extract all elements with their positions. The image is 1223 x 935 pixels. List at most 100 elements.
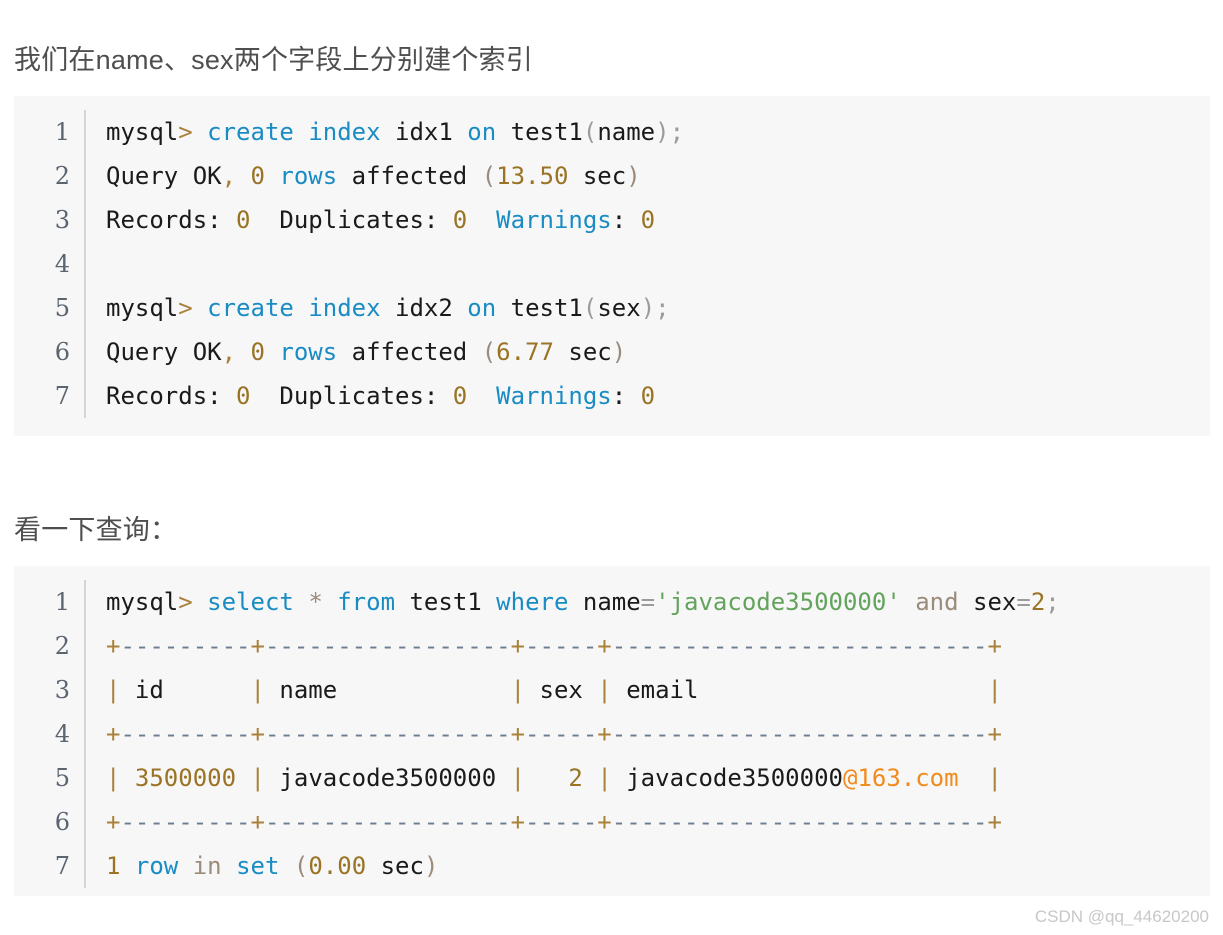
- code-token: ): [611, 338, 627, 366]
- code-token: );: [655, 118, 685, 146]
- code-token: -----: [525, 632, 598, 660]
- code-row: 2 +---------+-----------------+-----+----…: [14, 624, 1210, 668]
- code-token: Duplicates:: [250, 206, 453, 234]
- code-token: 2: [1030, 588, 1046, 616]
- csdn-watermark: CSDN @qq_44620200: [1034, 907, 1209, 926]
- code-lines-container: 1 mysql> select * from test1 where name='…: [14, 580, 1210, 888]
- code-token: +: [597, 808, 612, 836]
- code-token: 'javacode3500000': [655, 588, 901, 616]
- line-number: 1: [14, 110, 86, 154]
- code-token: >: [178, 588, 193, 616]
- code-token: sec: [568, 338, 612, 366]
- code-token: +: [250, 808, 265, 836]
- code-token: +: [987, 808, 1002, 836]
- code-line[interactable]: Records: 0 Duplicates: 0 Warnings: 0: [86, 374, 1210, 418]
- code-token: Query OK: [106, 338, 222, 366]
- line-number: 5: [14, 286, 86, 330]
- code-token: from: [337, 588, 396, 616]
- code-token: +: [510, 808, 526, 836]
- code-line[interactable]: Query OK, 0 rows affected (13.50 sec): [86, 154, 1210, 198]
- code-token: (: [481, 162, 497, 190]
- code-line[interactable]: | 3500000 | javacode3500000 | 2 | javaco…: [86, 756, 1210, 800]
- code-token: on: [467, 294, 497, 322]
- code-token: rows: [279, 162, 338, 190]
- code-row: 1 mysql> create index idx1 on test1(name)…: [14, 110, 1210, 154]
- code-line[interactable]: +---------+-----------------+-----+-----…: [86, 712, 1210, 756]
- code-token: and: [915, 588, 959, 616]
- code-token: ): [423, 852, 439, 880]
- code-token: +: [510, 720, 526, 748]
- code-token: email: [611, 676, 988, 704]
- code-line[interactable]: mysql> create index idx1 on test1(name);: [86, 110, 1210, 154]
- code-token: sec: [380, 852, 424, 880]
- code-token: :: [611, 382, 641, 410]
- code-token: ,: [221, 162, 237, 190]
- code-token: idx2: [380, 294, 468, 322]
- code-token: =: [640, 588, 656, 616]
- code-line[interactable]: [86, 242, 1210, 286]
- code-token: name: [597, 118, 656, 146]
- code-token: Warnings: [496, 206, 612, 234]
- code-token: +: [597, 632, 612, 660]
- code-token: rows: [279, 338, 338, 366]
- code-token: |: [597, 764, 612, 792]
- line-number: 5: [14, 756, 86, 800]
- code-line[interactable]: mysql> create index idx2 on test1(sex);: [86, 286, 1210, 330]
- line-number: 2: [14, 624, 86, 668]
- line-number: 6: [14, 330, 86, 374]
- code-line[interactable]: mysql> select * from test1 where name='j…: [86, 580, 1210, 624]
- code-token: set: [236, 852, 280, 880]
- code-row: 1 mysql> select * from test1 where name='…: [14, 580, 1210, 624]
- code-token: |: [250, 676, 265, 704]
- code-token: Records:: [106, 382, 237, 410]
- code-token: mysql: [106, 118, 179, 146]
- code-token: +: [250, 720, 265, 748]
- code-token: Warnings: [496, 382, 612, 410]
- code-token: 0: [236, 382, 251, 410]
- code-token: |: [597, 676, 612, 704]
- code-token: 0: [250, 338, 265, 366]
- code-token: 0: [236, 206, 251, 234]
- code-token: *: [308, 588, 323, 616]
- code-token: |: [106, 764, 121, 792]
- code-token: in: [192, 852, 222, 880]
- code-token: |: [510, 764, 526, 792]
- code-block-select-query[interactable]: 1 mysql> select * from test1 where name='…: [14, 566, 1210, 896]
- code-token: +: [987, 632, 1002, 660]
- code-token: row: [134, 852, 179, 880]
- code-line[interactable]: | id | name | sex | email |: [86, 668, 1210, 712]
- code-token: Records:: [106, 206, 237, 234]
- code-token: (: [582, 294, 598, 322]
- code-row: 5 mysql> create index idx2 on test1(sex);: [14, 286, 1210, 330]
- code-line[interactable]: 1 row in set (0.00 sec): [86, 844, 1210, 888]
- code-line[interactable]: Records: 0 Duplicates: 0 Warnings: 0: [86, 198, 1210, 242]
- code-token: |: [510, 676, 526, 704]
- code-block-create-indexes[interactable]: 1 mysql> create index idx1 on test1(name)…: [14, 96, 1210, 436]
- code-token: |: [987, 764, 1002, 792]
- code-token: 0.00: [308, 852, 367, 880]
- code-line[interactable]: +---------+-----------------+-----+-----…: [86, 800, 1210, 844]
- code-token: ;: [1045, 588, 1060, 616]
- code-token: ---------: [120, 720, 251, 748]
- code-row: 5 | 3500000 | javacode3500000 | 2 | javac…: [14, 756, 1210, 800]
- code-line[interactable]: Query OK, 0 rows affected (6.77 sec): [86, 330, 1210, 374]
- code-token: +: [510, 632, 526, 660]
- code-token: name: [264, 676, 511, 704]
- code-line[interactable]: +---------+-----------------+-----+-----…: [86, 624, 1210, 668]
